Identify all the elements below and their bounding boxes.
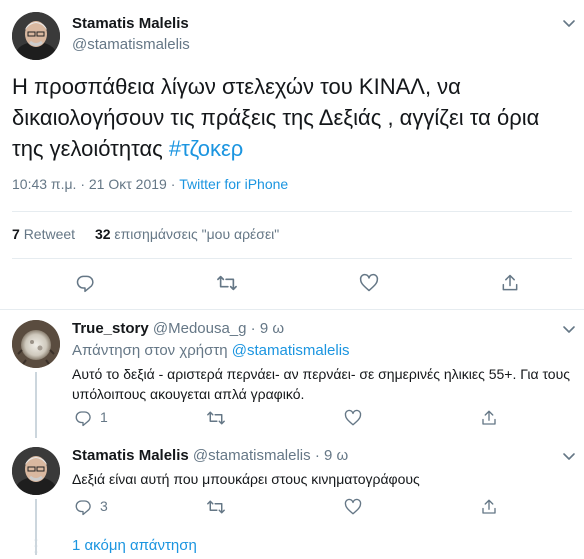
retweet-icon[interactable] bbox=[216, 272, 238, 294]
reply-count: 1 bbox=[100, 409, 108, 425]
reply-header: True_story @Medousa_g · 9 ω bbox=[72, 320, 284, 337]
replying-to-handle[interactable]: @stamatismalelis bbox=[232, 342, 350, 359]
retweet-stat[interactable]: 7 Retweet bbox=[12, 226, 79, 242]
reply-author-handle[interactable]: @stamatismalelis bbox=[193, 447, 311, 464]
reply-dot: · bbox=[314, 447, 320, 464]
reply-text: Δεξιά είναι αυτή που μπουκάρει στους κιν… bbox=[72, 471, 420, 487]
like-count: 32 bbox=[94, 226, 111, 242]
like-stat[interactable]: 32 επισημάνσεις "μου αρέσει" bbox=[95, 226, 279, 242]
reply-avatar[interactable] bbox=[12, 320, 60, 368]
meta-separator: · bbox=[170, 176, 176, 192]
divider bbox=[12, 258, 572, 259]
show-more-replies-link[interactable]: 1 ακόμη απάντηση bbox=[72, 537, 197, 554]
reply-time[interactable]: 9 ω bbox=[324, 447, 348, 464]
reply-author-handle[interactable]: @Medousa_g bbox=[153, 320, 247, 337]
reply-icon[interactable] bbox=[74, 272, 96, 294]
tweet-stats: 7 Retweet 32 επισημάνσεις "μου αρέσει" bbox=[12, 226, 279, 242]
replying-to-label: Απάντηση στον χρήστη bbox=[72, 342, 228, 359]
like-icon[interactable] bbox=[342, 496, 364, 518]
retweet-icon[interactable] bbox=[205, 496, 227, 518]
tweet-meta: 10:43 π.μ. · 21 Οκτ 2019 · Twitter for i… bbox=[12, 176, 288, 192]
reply-author-name[interactable]: True_story bbox=[72, 320, 149, 337]
replying-to: Απάντηση στον χρήστη @stamatismalelis bbox=[72, 342, 350, 359]
author-handle[interactable]: @stamatismalelis bbox=[72, 36, 190, 53]
chevron-down-icon[interactable] bbox=[560, 447, 578, 465]
reply-count: 3 bbox=[100, 498, 108, 514]
share-icon[interactable] bbox=[478, 496, 500, 518]
tweet-text-body: Η προσπάθεια λίγων στελεχών του ΚΙΝΑΛ, ν… bbox=[12, 74, 540, 161]
retweet-label: Retweet bbox=[23, 226, 76, 242]
divider bbox=[12, 211, 572, 212]
thread-dots bbox=[34, 538, 38, 556]
reply-header: Stamatis Malelis @stamatismalelis · 9 ω bbox=[72, 447, 348, 464]
like-icon[interactable] bbox=[342, 407, 364, 429]
hashtag-link[interactable]: #τζοκερ bbox=[169, 136, 243, 161]
reply-avatar[interactable] bbox=[12, 447, 60, 495]
tweet-date[interactable]: 21 Οκτ 2019 bbox=[89, 176, 167, 192]
share-icon[interactable] bbox=[499, 272, 521, 294]
thread-line bbox=[35, 372, 37, 438]
author-avatar[interactable] bbox=[12, 12, 60, 60]
like-label: επισημάνσεις "μου αρέσει" bbox=[114, 226, 280, 242]
reply-icon[interactable] bbox=[72, 496, 94, 518]
like-icon[interactable] bbox=[358, 272, 380, 294]
reply-dot: · bbox=[250, 320, 256, 337]
reply-text: Αυτό το δεξιά - αριστερά περνάει- αν περ… bbox=[72, 366, 570, 402]
chevron-down-icon[interactable] bbox=[560, 320, 578, 338]
share-icon[interactable] bbox=[478, 407, 500, 429]
reply-author-name[interactable]: Stamatis Malelis bbox=[72, 447, 189, 464]
tweet-source-link[interactable]: Twitter for iPhone bbox=[179, 176, 288, 192]
chevron-down-icon[interactable] bbox=[560, 14, 578, 32]
reply-icon[interactable] bbox=[72, 407, 94, 429]
reply-time[interactable]: 9 ω bbox=[260, 320, 284, 337]
author-name[interactable]: Stamatis Malelis bbox=[72, 15, 189, 32]
retweet-count: 7 bbox=[12, 226, 20, 242]
tweet-text: Η προσπάθεια λίγων στελεχών του ΚΙΝΑΛ, ν… bbox=[12, 71, 552, 164]
retweet-icon[interactable] bbox=[205, 407, 227, 429]
tweet-time[interactable]: 10:43 π.μ. bbox=[12, 176, 76, 192]
divider bbox=[0, 309, 584, 310]
meta-separator: · bbox=[80, 176, 85, 192]
